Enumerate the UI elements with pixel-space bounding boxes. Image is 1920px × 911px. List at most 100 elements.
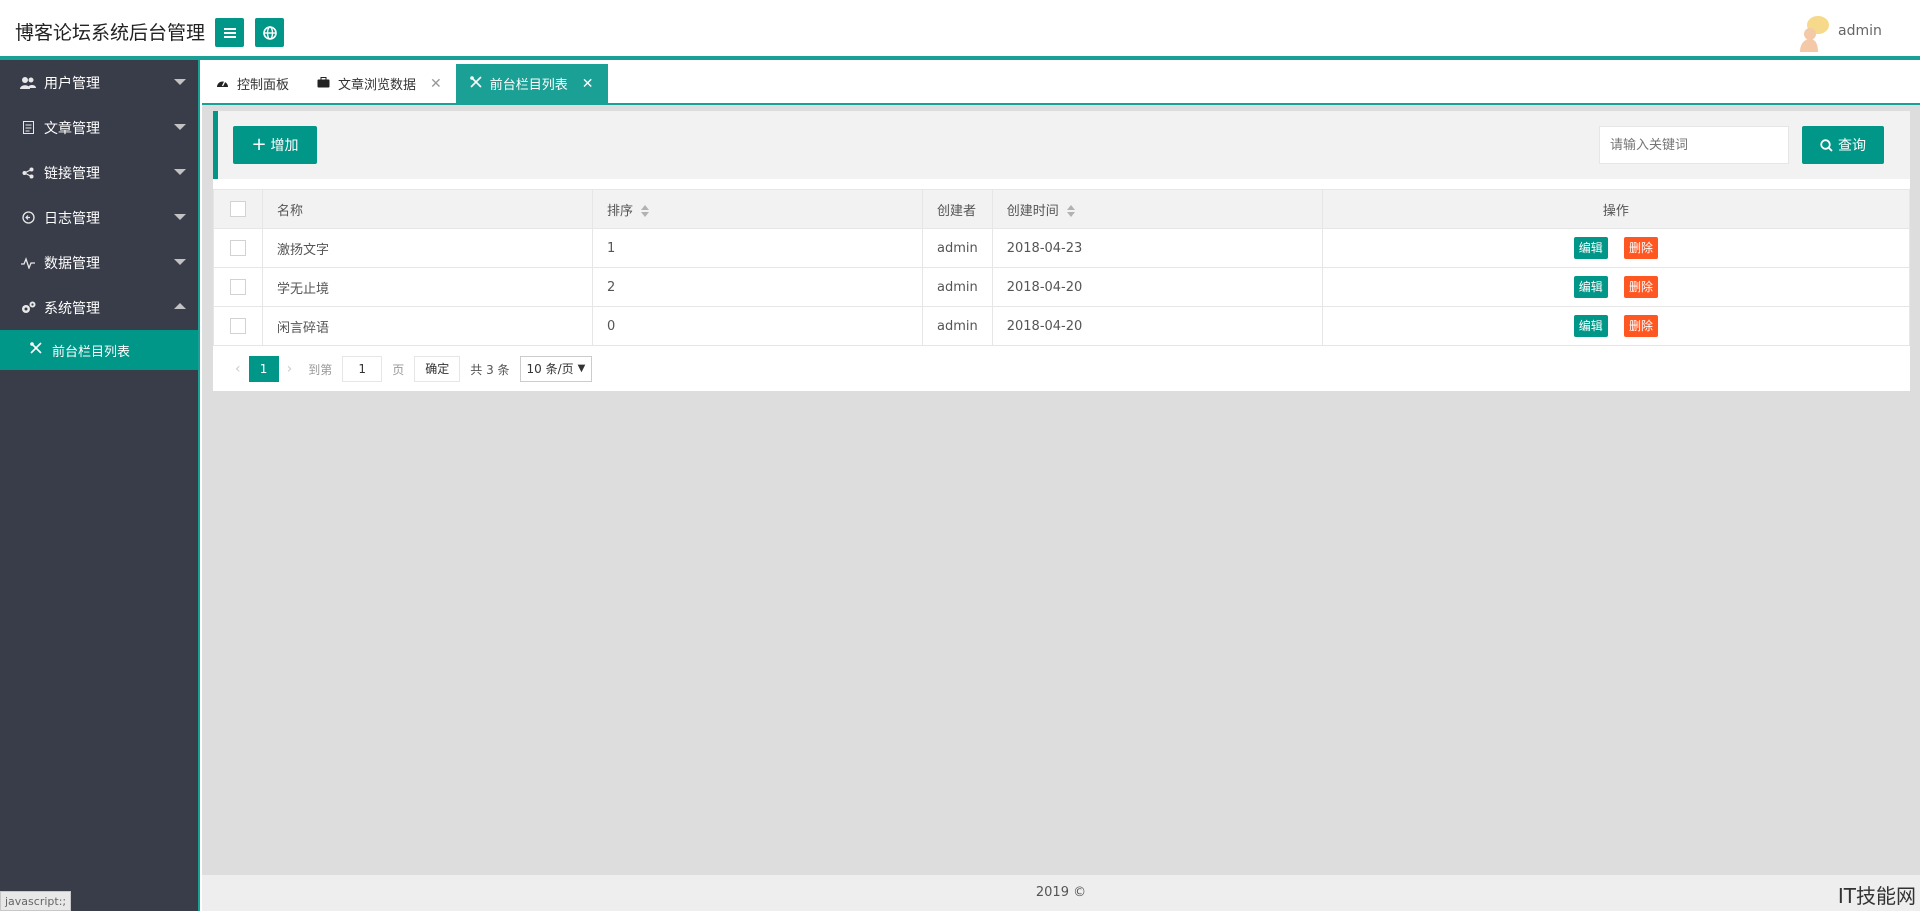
sidebar-item-data[interactable]: 数据管理 [0,240,198,285]
header-created-time[interactable]: 创建时间 [991,189,1323,229]
row-checkbox-cell [213,306,263,346]
select-all-checkbox[interactable] [230,201,246,217]
hamburger-icon [223,27,236,38]
top-header: 博客论坛系统后台管理 admin [0,0,1920,60]
goto-page-input[interactable]: 1 [342,356,383,382]
sidebar-item-label: 数据管理 [44,255,100,272]
share-icon [20,165,36,181]
delete-button[interactable]: 删除 [1623,315,1658,337]
next-page-icon[interactable]: › [287,361,293,377]
close-icon[interactable]: ✕ [430,76,442,92]
cell-creator: admin [922,306,993,346]
cell-operations: 编辑 删除 [1321,267,1911,307]
tab-article-views[interactable]: 文章浏览数据 ✕ [303,64,456,103]
page-label: 页 [392,362,405,377]
search-button-label: 查询 [1838,138,1866,154]
edit-button[interactable]: 编辑 [1573,315,1608,337]
menu-toggle-button[interactable] [215,18,244,47]
briefcase-icon [317,76,330,91]
cell-name: 激扬文字 [262,228,593,268]
pulse-icon [20,255,36,271]
search-input[interactable] [1599,126,1789,164]
table-row: 学无止境 2 admin 2018-04-20 编辑 删除 [213,267,1911,307]
sidebar: 用户管理 文章管理 链接管理 日志管理 数据管理 系统管理 前台栏目列表 jav… [0,60,200,911]
search-button[interactable]: 查询 [1802,126,1884,164]
cell-name: 学无止境 [262,267,593,307]
table-row: 激扬文字 1 admin 2018-04-23 编辑 删除 [213,228,1911,268]
sidebar-item-system[interactable]: 系统管理 [0,285,198,330]
sidebar-item-logs[interactable]: 日志管理 [0,195,198,240]
list-panel: + 增加 查询 名称 排序 创建者 创建时间 操作 [213,111,1911,391]
header-name: 名称 [262,189,593,229]
cell-operations: 编辑 删除 [1321,228,1911,268]
sidebar-item-label: 链接管理 [44,165,100,182]
chevron-down-icon [174,214,186,220]
cell-time: 2018-04-20 [991,267,1323,307]
user-avatar[interactable] [1796,14,1832,52]
dashboard-icon [216,77,229,91]
table-header-row: 名称 排序 创建者 创建时间 操作 [213,189,1911,229]
header-creator: 创建者 [922,189,993,229]
cell-sort: 2 [592,267,923,307]
site-watermark: IT技能网 [1837,884,1916,908]
plus-icon: + [251,134,267,155]
document-icon [20,120,36,136]
cell-sort: 1 [592,228,923,268]
sidebar-item-links[interactable]: 链接管理 [0,150,198,195]
tab-front-columns[interactable]: 前台栏目列表 ✕ [455,64,608,103]
chevron-down-icon [174,259,186,265]
tab-label: 前台栏目列表 [489,78,568,93]
log-icon [20,210,36,226]
chevron-down-icon [174,79,186,85]
row-checkbox[interactable] [230,279,246,295]
prev-page-icon[interactable]: ‹ [235,361,241,377]
globe-icon [262,25,277,40]
cell-sort: 0 [592,306,923,346]
edit-button[interactable]: 编辑 [1573,276,1608,298]
search-icon [1820,138,1833,152]
sidebar-item-label: 文章管理 [44,120,100,137]
tools-icon [30,342,42,358]
users-icon [20,75,36,91]
per-page-select[interactable]: 10 条/页 ▼ [519,356,593,382]
header-sort[interactable]: 排序 [592,189,923,229]
app-title: 博客论坛系统后台管理 [15,22,206,44]
delete-button[interactable]: 删除 [1623,237,1658,259]
main-content: + 增加 查询 名称 排序 创建者 创建时间 操作 [202,105,1920,875]
sort-icon[interactable] [1066,205,1075,217]
row-checkbox[interactable] [230,318,246,334]
table-row: 闲言碎语 0 admin 2018-04-20 编辑 删除 [213,306,1911,346]
sidebar-item-users[interactable]: 用户管理 [0,60,198,105]
site-home-button[interactable] [255,18,284,47]
sidebar-item-label: 日志管理 [44,210,100,227]
cell-operations: 编辑 删除 [1321,306,1911,346]
current-page[interactable]: 1 [248,356,279,382]
footer-copyright: 2019 © [1035,885,1087,900]
cell-time: 2018-04-20 [991,306,1323,346]
goto-confirm-button[interactable]: 确定 [414,356,461,382]
cell-name: 闲言碎语 [262,306,593,346]
sidebar-item-label: 系统管理 [44,300,100,317]
pagination: ‹ 1 › 到第 1 页 确定 共 3 条 10 条/页 ▼ [213,349,593,389]
user-name[interactable]: admin [1838,23,1882,39]
sidebar-subitem-label: 前台栏目列表 [52,344,131,360]
edit-button[interactable]: 编辑 [1573,237,1608,259]
row-checkbox[interactable] [230,240,246,256]
close-icon[interactable]: ✕ [582,76,594,92]
tab-label: 控制面板 [237,78,290,93]
add-button[interactable]: + 增加 [233,126,317,164]
column-table: 名称 排序 创建者 创建时间 操作 激扬文字 1 admin 2018-04-2… [213,189,1911,346]
cell-creator: admin [922,267,993,307]
cell-time: 2018-04-23 [991,228,1323,268]
tab-bar: 控制面板 文章浏览数据 ✕ 前台栏目列表 ✕ [202,64,1920,105]
add-button-label: 增加 [270,138,299,154]
tab-dashboard[interactable]: 控制面板 [202,64,303,103]
toolbar: + 增加 查询 [213,111,1910,179]
chevron-up-icon [174,303,186,309]
sidebar-item-label: 用户管理 [44,75,100,92]
header-operations: 操作 [1321,189,1911,229]
sidebar-item-articles[interactable]: 文章管理 [0,105,198,150]
sidebar-subitem-front-columns[interactable]: 前台栏目列表 [0,330,198,370]
delete-button[interactable]: 删除 [1623,276,1658,298]
sort-icon[interactable] [641,205,650,217]
